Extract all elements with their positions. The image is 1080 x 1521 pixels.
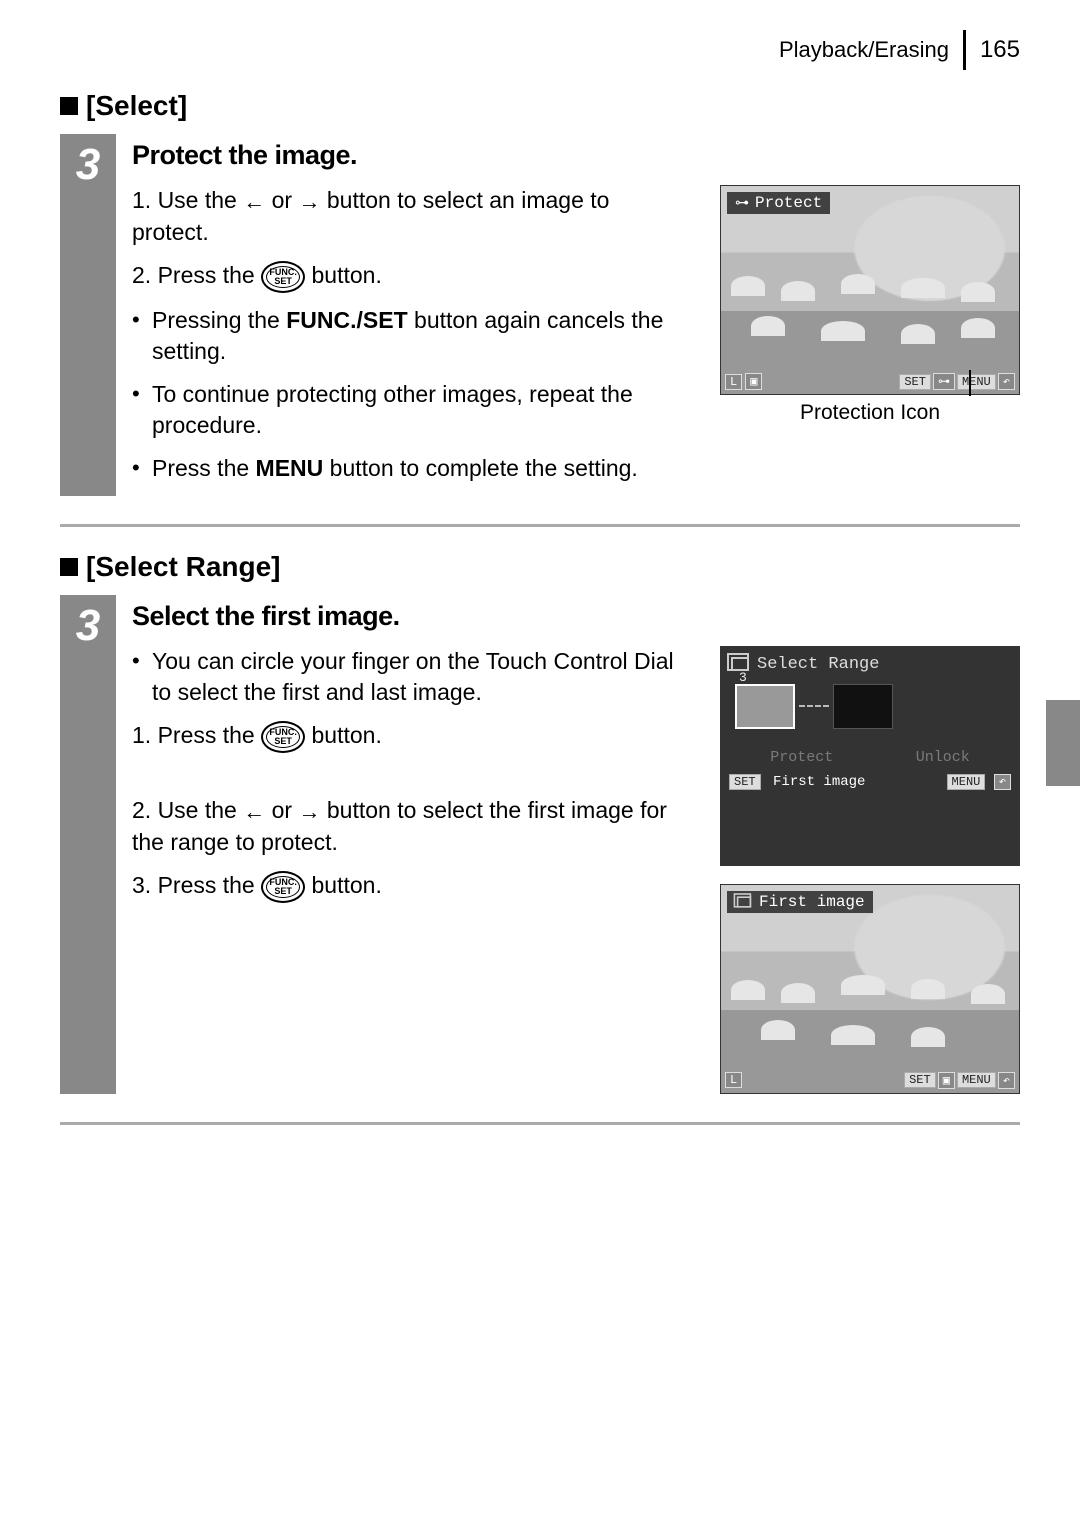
quality-chip: ▣ bbox=[745, 373, 762, 390]
menu-chip: MENU bbox=[947, 774, 986, 790]
arrow-left-icon: ← bbox=[243, 797, 265, 827]
lcd-first-image-figure: First image L SET ▣ MENU ↶ bbox=[720, 884, 1020, 1094]
arrow-right-icon: → bbox=[298, 797, 320, 827]
step-heading-protect: Protect the image. bbox=[132, 140, 1020, 171]
func-set-icon: FUNC.SET bbox=[261, 261, 305, 293]
set-chip: SET bbox=[904, 1072, 936, 1088]
bullet-menu: Press the MENU button to complete the se… bbox=[132, 453, 690, 484]
undo-chip-icon: ↶ bbox=[998, 373, 1015, 390]
opt-protect: Protect bbox=[770, 749, 833, 766]
lcd-protect-label: ⊶ Protect bbox=[727, 192, 830, 214]
instruction-text: 1. Use the ← or → button to select an im… bbox=[132, 185, 690, 496]
arrow-left-icon: ← bbox=[243, 187, 265, 217]
thumb-dash bbox=[799, 705, 829, 707]
section-divider-end bbox=[60, 1122, 1020, 1125]
step-number-box: 3 bbox=[60, 134, 116, 496]
bullet-cancel: Pressing the FUNC./SET button again canc… bbox=[132, 305, 690, 367]
size-chip: L bbox=[725, 374, 742, 390]
set-chip: SET bbox=[899, 374, 931, 390]
menu-chip: MENU bbox=[957, 1072, 996, 1088]
lcd-first-image-label: First image bbox=[727, 891, 873, 913]
callout-line bbox=[969, 370, 971, 396]
undo-chip-icon: ↶ bbox=[994, 774, 1011, 790]
section-title-select-text: [Select] bbox=[86, 90, 187, 122]
menu-chip: MENU bbox=[957, 374, 996, 390]
range-chip-icon: ▣ bbox=[938, 1072, 955, 1089]
arrow-right-icon: → bbox=[298, 187, 320, 217]
header-section: Playback/Erasing bbox=[779, 37, 949, 63]
range-instruction-2: 2. Use the ← or → button to select the f… bbox=[132, 795, 690, 858]
tip-touch-dial: You can circle your finger on the Touch … bbox=[132, 646, 690, 708]
side-tab bbox=[1046, 700, 1080, 786]
section-title-select-range: [Select Range] bbox=[60, 551, 1020, 583]
range-instruction-3: 3. Press the FUNC.SET button. bbox=[132, 870, 690, 903]
lcd-range-title: Select Range bbox=[757, 655, 879, 674]
thumb-last-empty bbox=[833, 684, 893, 729]
func-set-icon: FUNC.SET bbox=[261, 871, 305, 903]
set-chip: SET bbox=[729, 774, 761, 790]
section-title-select: [Select] bbox=[60, 90, 1020, 122]
key-chip: ⊶ bbox=[933, 373, 955, 390]
page-number: 165 bbox=[980, 36, 1020, 64]
page-header: Playback/Erasing 165 bbox=[60, 30, 1020, 70]
size-chip: L bbox=[725, 1072, 742, 1088]
range-instruction-1: 1. Press the FUNC.SET button. bbox=[132, 720, 690, 753]
figure-caption-protection: Protection Icon bbox=[720, 401, 1020, 425]
section-title-range-text: [Select Range] bbox=[86, 551, 281, 583]
step-3-protect: 3 Protect the image. 1. Use the ← or → b… bbox=[60, 134, 1020, 496]
key-icon: ⊶ bbox=[735, 195, 749, 212]
lcd-select-range-figure: Select Range 3 Protect Unlock bbox=[720, 646, 1020, 866]
instruction-1: 1. Use the ← or → button to select an im… bbox=[132, 185, 690, 248]
lcd-protect-figure: ⊶ Protect L ▣ SET ⊶ MENU ↶ bbox=[720, 185, 1020, 395]
first-image-label: First image bbox=[773, 774, 865, 790]
undo-chip-icon: ↶ bbox=[998, 1072, 1015, 1089]
range-icon bbox=[737, 896, 751, 907]
instruction-2: 2. Press the FUNC.SET button. bbox=[132, 260, 690, 293]
bullet-continue: To continue protecting other images, rep… bbox=[132, 379, 690, 441]
step-3-range: 3 Select the first image. You can circle… bbox=[60, 595, 1020, 1094]
thumb-first: 3 bbox=[735, 684, 795, 729]
step-number-box: 3 bbox=[60, 595, 116, 1094]
step-heading-first-image: Select the first image. bbox=[132, 601, 1020, 632]
header-divider bbox=[963, 30, 966, 70]
opt-unlock: Unlock bbox=[916, 749, 970, 766]
section-divider bbox=[60, 524, 1020, 527]
func-set-icon: FUNC.SET bbox=[261, 721, 305, 753]
instruction-text-range: You can circle your finger on the Touch … bbox=[132, 646, 690, 1094]
